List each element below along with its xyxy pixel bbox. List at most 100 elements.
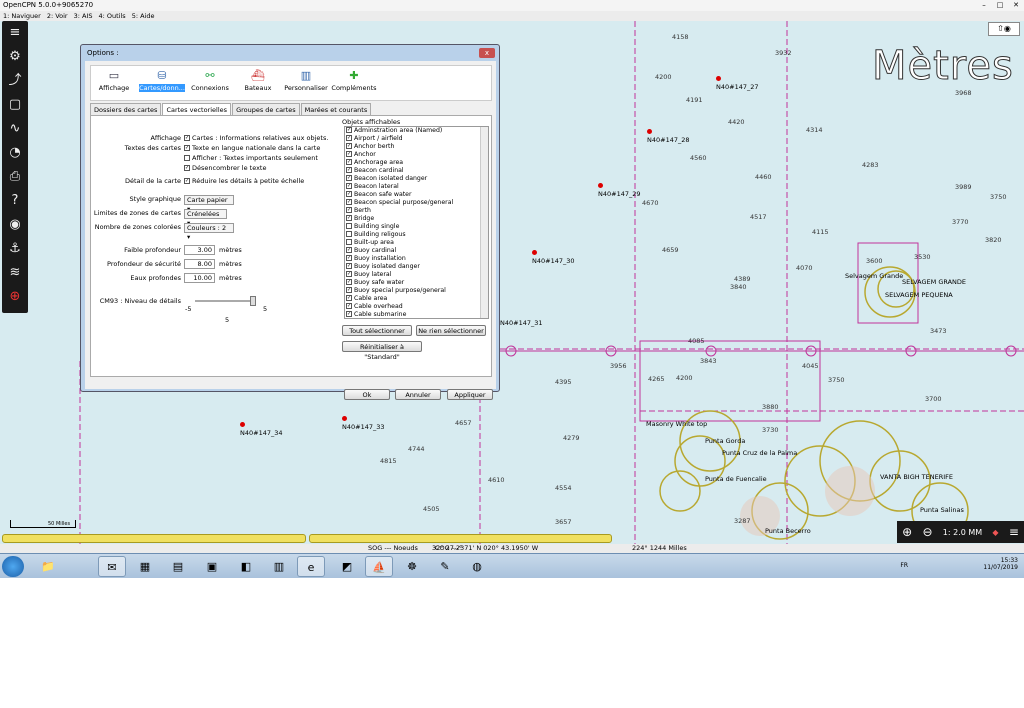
cat-connexions[interactable]: ⚯ Connexions [187, 66, 233, 100]
object-item[interactable]: ✓ Adminstration area (Named) [345, 127, 488, 135]
object-item[interactable]: ✓ Berth [345, 207, 488, 215]
zones-select[interactable]: Couleurs : 2 ▾ [184, 223, 234, 241]
chart-type-icon[interactable]: ◆ [992, 528, 998, 537]
object-item[interactable]: ✓ Beacon special purpose/general [345, 199, 488, 207]
object-item[interactable]: ✓ Beacon lateral [345, 183, 488, 191]
waypoint[interactable]: N40#147_29 [598, 182, 641, 198]
app-icon[interactable]: ✎ [431, 556, 459, 577]
faible-input[interactable]: 3.00 [184, 245, 215, 255]
wheel-icon[interactable]: ☸ [398, 556, 426, 577]
compass-widget[interactable]: ⇧◉ [988, 22, 1020, 36]
ie-icon[interactable]: e [297, 556, 325, 577]
object-item[interactable]: ✓ Beacon cardinal [345, 167, 488, 175]
waypoint[interactable]: N40#147_34 [240, 421, 283, 437]
waypoint[interactable]: N40#147_31 [500, 319, 543, 327]
app-icon[interactable]: ▥ [265, 556, 293, 577]
style-select[interactable]: Carte papier ▾ [184, 195, 234, 213]
start-button[interactable] [2, 556, 24, 577]
object-item[interactable]: ✓ Buoy lateral [345, 271, 488, 279]
object-item[interactable]: ✓ Airport / airfield [345, 135, 488, 143]
track-icon[interactable]: ∿ [2, 117, 28, 141]
opencpn-icon[interactable]: ⛵ [365, 556, 393, 577]
textes-declutter-checkbox[interactable]: ✓ Désencombrer le texte [184, 164, 266, 172]
dashboard-icon[interactable]: ◉ [2, 213, 28, 237]
textes-important-checkbox[interactable]: Afficher : Textes importants seulement [184, 154, 318, 162]
waypoint[interactable]: N40#147_27 [716, 75, 759, 91]
limites-select[interactable]: Crénelées ▾ [184, 209, 227, 227]
securite-input[interactable]: 8.00 [184, 259, 215, 269]
mob-icon[interactable]: ⊕ [2, 285, 28, 309]
list-scrollbar[interactable] [480, 127, 488, 318]
waypoint[interactable]: N40#147_28 [647, 128, 690, 144]
waypoint[interactable]: N40#147_30 [532, 249, 575, 265]
hamburger-icon[interactable]: ≡ [1009, 525, 1019, 539]
select-none-button[interactable]: Ne rien sélectionner [416, 325, 486, 336]
object-item[interactable]: ✓ Anchor [345, 151, 488, 159]
eaux-input[interactable]: 10.00 [184, 273, 215, 283]
print-icon[interactable]: ⎙ [2, 165, 28, 189]
menu-ais[interactable]: 3: AIS [74, 11, 93, 21]
cat-affichage[interactable]: ▭ Affichage [91, 66, 137, 100]
explorer-icon[interactable]: 📁 [34, 556, 62, 577]
apply-button[interactable]: Appliquer [447, 389, 493, 400]
object-item[interactable]: ✓ Buoy isolated danger [345, 263, 488, 271]
document-icon[interactable]: ▤ [164, 556, 192, 577]
route-icon[interactable]: ⤴ [2, 69, 28, 93]
object-item[interactable]: ✓ Anchor berth [345, 143, 488, 151]
waypoint[interactable]: N40#147_33 [342, 415, 385, 431]
app-icon[interactable]: ◩ [333, 556, 361, 577]
close-icon[interactable]: ✕ [1008, 0, 1024, 11]
menu-naviguer[interactable]: 1: Naviguer [3, 11, 41, 21]
affichage-checkbox[interactable]: ✓ Cartes : Informations relatives aux obj… [184, 134, 328, 142]
route-manager-icon[interactable]: ▢ [2, 93, 28, 117]
object-item[interactable]: ✓ Anchorage area [345, 159, 488, 167]
menu-voir[interactable]: 2: Voir [47, 11, 68, 21]
object-item[interactable]: Building single [345, 223, 488, 231]
tab-cartes-vectorielles[interactable]: Cartes vectorielles [162, 103, 232, 115]
ok-button[interactable]: Ok [344, 389, 390, 400]
chart-tool-icon[interactable]: ≋ [2, 261, 28, 285]
object-item[interactable]: ✓ Cable overhead [345, 303, 488, 311]
clock-date[interactable]: 11/07/2019 [983, 564, 1018, 571]
cat-cartes[interactable]: ⛁ Cartes/donn... [139, 66, 185, 100]
help-icon[interactable]: ? [2, 189, 28, 213]
cm93-slider[interactable] [195, 300, 255, 302]
zoom-in-icon[interactable]: ⊕ [902, 525, 912, 539]
object-item[interactable]: Building religous [345, 231, 488, 239]
dialog-close-button[interactable]: x [479, 48, 495, 58]
object-item[interactable]: ✓ Beacon safe water [345, 191, 488, 199]
tab-dossiers[interactable]: Dossiers des cartes [90, 103, 162, 115]
taskbar-app-icon[interactable]: ✉ [98, 556, 126, 577]
object-item[interactable]: ✓ Buoy cardinal [345, 247, 488, 255]
chrome-icon[interactable]: ◍ [463, 556, 491, 577]
maximize-icon[interactable]: □ [992, 0, 1008, 11]
settings-icon[interactable]: ⚙ [2, 45, 28, 69]
word-icon[interactable]: ▣ [198, 556, 226, 577]
object-item[interactable]: ✓ Bridge [345, 215, 488, 223]
object-item[interactable]: ✓ Beacon isolated danger [345, 175, 488, 183]
object-item[interactable]: Built-up area [345, 239, 488, 247]
menu-aide[interactable]: 5: Aide [132, 11, 155, 21]
reset-standard-button[interactable]: Réinitialiser à "Standard" [342, 341, 422, 361]
detail-checkbox[interactable]: ✓ Réduire les détails à petite échelle [184, 177, 304, 185]
tab-marees[interactable]: Marées et courants [300, 103, 372, 115]
select-all-button[interactable]: Tout sélectionner [342, 325, 412, 336]
excel-icon[interactable]: ▦ [131, 556, 159, 577]
language-indicator[interactable]: FR [900, 562, 908, 569]
tab-groupes[interactable]: Groupes de cartes [232, 103, 300, 115]
outlook-icon[interactable]: ◧ [232, 556, 260, 577]
clock-time[interactable]: 15:33 [983, 557, 1018, 564]
object-item[interactable]: ✓ Buoy special purpose/general [345, 287, 488, 295]
textes-national-checkbox[interactable]: ✓ Texte en langue nationale dans la carte [184, 144, 320, 152]
objects-list[interactable]: ✓ Adminstration area (Named) ✓ Airport / ai… [344, 126, 489, 319]
tide-icon[interactable]: ◔ [2, 141, 28, 165]
cat-complements[interactable]: ✚ Compléments [331, 66, 377, 100]
minimize-icon[interactable]: – [976, 0, 992, 11]
object-item[interactable]: ✓ Cable submarine [345, 311, 488, 318]
menu-outils[interactable]: 4: Outils [99, 11, 126, 21]
zoom-out-icon[interactable]: ⊖ [922, 525, 932, 539]
cat-bateaux[interactable]: ⛴ Bateaux [235, 66, 281, 100]
chart-bar-left[interactable] [2, 534, 306, 543]
object-item[interactable]: ✓ Buoy installation [345, 255, 488, 263]
object-item[interactable]: ✓ Buoy safe water [345, 279, 488, 287]
